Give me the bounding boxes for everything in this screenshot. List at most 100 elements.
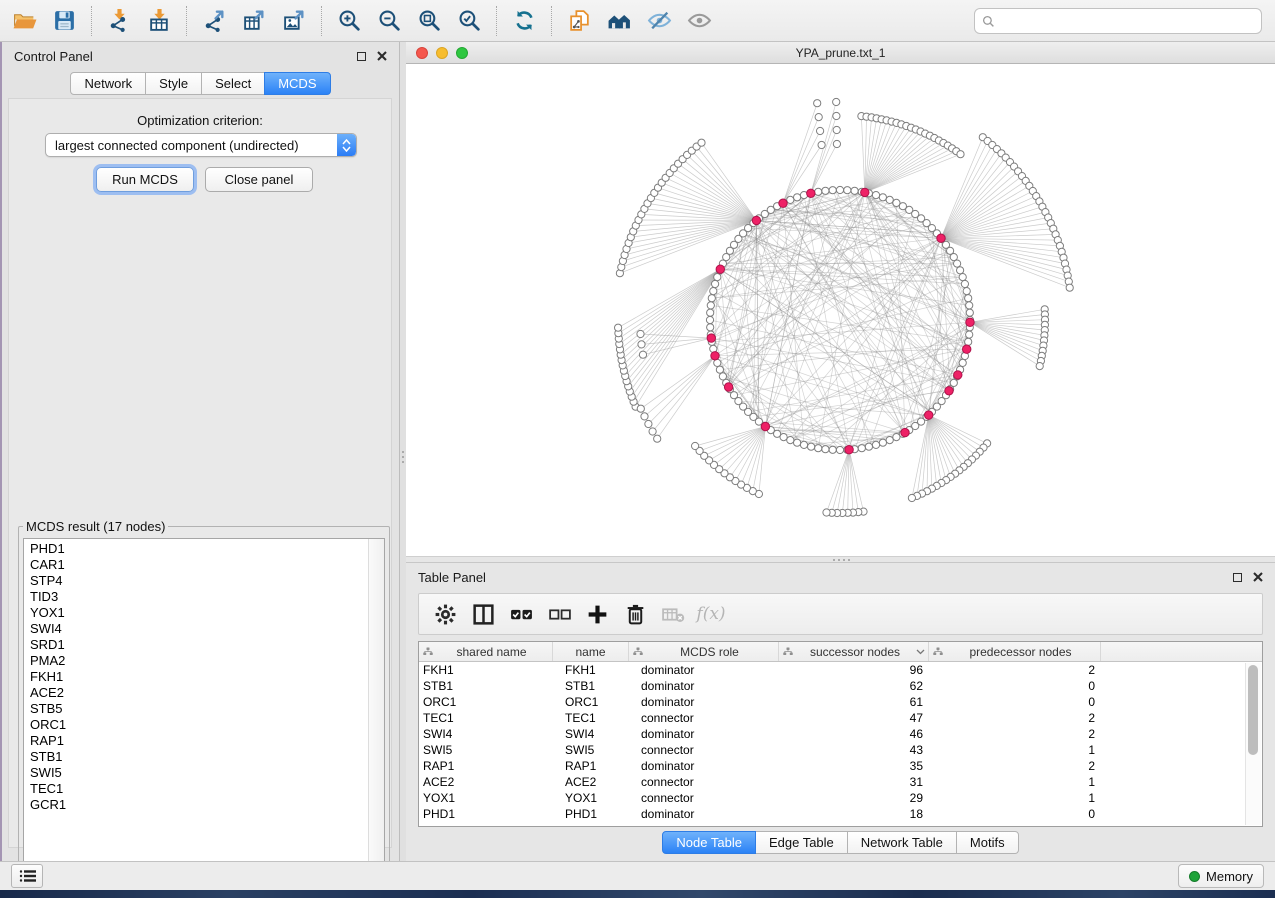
table-row[interactable]: SWI4SWI4dominator462 [419, 726, 1262, 742]
mcds-result-item[interactable]: RAP1 [24, 733, 369, 749]
tab-mcds[interactable]: MCDS [264, 72, 330, 95]
mcds-result-item[interactable]: FKH1 [24, 669, 369, 685]
toolbar-separator [321, 6, 322, 36]
table-row[interactable]: TEC1TEC1connector472 [419, 710, 1262, 726]
table-cell: ORC1 [553, 695, 629, 709]
search-icon [982, 15, 995, 28]
tab-edge-table[interactable]: Edge Table [755, 831, 848, 854]
mcds-result-item[interactable]: STB1 [24, 749, 369, 765]
import-table-button[interactable] [139, 3, 179, 39]
delete-column-button[interactable] [619, 598, 651, 630]
network-window-titlebar[interactable]: YPA_prune.txt_1 [406, 42, 1275, 64]
zoom-fit-button[interactable] [409, 3, 449, 39]
unselect-all-button[interactable] [543, 598, 575, 630]
control-panel: Control Panel NetworkStyleSelectMCDS Opt… [2, 42, 400, 861]
column-header-predecessor-nodes[interactable]: predecessor nodes [929, 642, 1101, 661]
mcds-result-item[interactable]: TEC1 [24, 781, 369, 797]
list-scrollbar[interactable] [368, 539, 384, 881]
float-table-panel-icon[interactable] [1233, 573, 1242, 582]
column-header-filler [1101, 642, 1262, 661]
status-menu-button[interactable] [11, 864, 43, 888]
tab-network[interactable]: Network [70, 72, 146, 95]
table-cell: SWI5 [553, 743, 629, 757]
duplicate-style-button[interactable] [559, 3, 599, 39]
settings-button[interactable] [429, 598, 461, 630]
mcds-result-item[interactable]: SRD1 [24, 637, 369, 653]
split-panel-button[interactable] [467, 598, 499, 630]
table-row[interactable]: SWI5SWI5connector431 [419, 742, 1262, 758]
minimize-window-icon[interactable] [436, 47, 448, 59]
column-header-MCDS-role[interactable]: MCDS role [629, 642, 779, 661]
tab-node-table[interactable]: Node Table [662, 831, 756, 854]
tab-style[interactable]: Style [145, 72, 202, 95]
table-row[interactable]: FKH1FKH1dominator962 [419, 662, 1262, 678]
mcds-result-item[interactable]: YOX1 [24, 605, 369, 621]
optimization-criterion-select[interactable]: largest connected component (undirected) [45, 133, 357, 157]
zoom-in-button[interactable] [329, 3, 369, 39]
mcds-result-item[interactable]: SWI5 [24, 765, 369, 781]
refresh-button[interactable] [504, 3, 544, 39]
column-header-name[interactable]: name [553, 642, 629, 661]
column-header-shared-name[interactable]: shared name [419, 642, 553, 661]
optimization-criterion-label: Optimization criterion: [9, 113, 391, 128]
zoom-out-button[interactable] [369, 3, 409, 39]
add-column-button[interactable] [581, 598, 613, 630]
mcds-result-item[interactable]: STP4 [24, 573, 369, 589]
table-row[interactable]: YOX1YOX1connector291 [419, 790, 1262, 806]
table-cell: ACE2 [419, 775, 553, 789]
network-canvas[interactable] [406, 64, 1275, 556]
mcds-result-item[interactable]: GCR1 [24, 797, 369, 813]
table-row[interactable]: PHD1PHD1dominator180 [419, 806, 1262, 822]
open-button[interactable] [4, 3, 44, 39]
mcds-result-item[interactable]: PHD1 [24, 541, 369, 557]
table-cell: STB1 [553, 679, 629, 693]
table-row[interactable]: ACE2ACE2connector311 [419, 774, 1262, 790]
mcds-result-list[interactable]: PHD1CAR1STP4TID3YOX1SWI4SRD1PMA2FKH1ACE2… [23, 538, 385, 882]
first-neighbors-button[interactable] [599, 3, 639, 39]
column-header-successor-nodes[interactable]: successor nodes [779, 642, 929, 661]
toolbar-separator [551, 6, 552, 36]
horizontal-splitter[interactable] [406, 556, 1275, 563]
export-table-button[interactable] [234, 3, 274, 39]
float-panel-icon[interactable] [357, 52, 366, 61]
mcds-result-item[interactable]: ORC1 [24, 717, 369, 733]
zoom-selected-button[interactable] [449, 3, 489, 39]
table-row[interactable]: STB1STB1dominator620 [419, 678, 1262, 694]
export-network-button[interactable] [194, 3, 234, 39]
export-image-button[interactable] [274, 3, 314, 39]
run-mcds-button[interactable]: Run MCDS [96, 167, 194, 192]
table-cell: 0 [929, 679, 1101, 693]
maximize-window-icon[interactable] [456, 47, 468, 59]
memory-button[interactable]: Memory [1178, 864, 1264, 888]
dropdown-spinner-icon [337, 134, 356, 156]
mcds-result-item[interactable]: CAR1 [24, 557, 369, 573]
table-scrollbar-thumb[interactable] [1248, 665, 1258, 755]
mcds-result-item[interactable]: TID3 [24, 589, 369, 605]
mcds-result-item[interactable]: ACE2 [24, 685, 369, 701]
mcds-result-item[interactable]: PMA2 [24, 653, 369, 669]
tab-motifs[interactable]: Motifs [956, 831, 1019, 854]
close-panel-button[interactable]: Close panel [205, 167, 313, 192]
table-scrollbar[interactable] [1245, 663, 1261, 825]
tab-network-table[interactable]: Network Table [847, 831, 957, 854]
column-type-icon [932, 646, 944, 658]
show-all-button[interactable] [679, 3, 719, 39]
table-cell: dominator [629, 663, 779, 677]
hide-selected-icon [647, 8, 672, 33]
select-all-button[interactable] [505, 598, 537, 630]
close-table-panel-icon[interactable] [1253, 572, 1263, 582]
import-network-button[interactable] [99, 3, 139, 39]
close-panel-icon[interactable] [377, 51, 387, 61]
tab-select[interactable]: Select [201, 72, 265, 95]
desktop-background-strip [0, 890, 1275, 898]
save-button[interactable] [44, 3, 84, 39]
table-cell: 43 [779, 743, 929, 757]
search-box[interactable] [974, 8, 1262, 34]
table-row[interactable]: RAP1RAP1dominator352 [419, 758, 1262, 774]
hide-selected-button[interactable] [639, 3, 679, 39]
table-row[interactable]: ORC1ORC1dominator610 [419, 694, 1262, 710]
close-window-icon[interactable] [416, 47, 428, 59]
mcds-result-item[interactable]: SWI4 [24, 621, 369, 637]
search-input[interactable] [1000, 13, 1254, 30]
mcds-result-item[interactable]: STB5 [24, 701, 369, 717]
